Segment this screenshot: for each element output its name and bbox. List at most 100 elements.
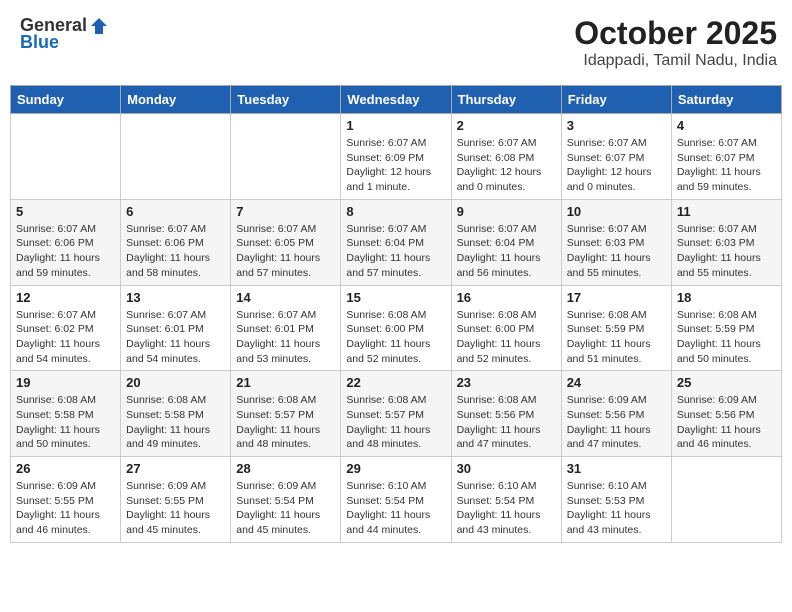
- calendar-day-empty: [231, 114, 341, 200]
- day-number: 7: [236, 204, 335, 219]
- day-info: Sunrise: 6:07 AM Sunset: 6:04 PM Dayligh…: [346, 222, 445, 281]
- calendar-day-27: 27 Sunrise: 6:09 AM Sunset: 5:55 PM Dayli…: [121, 457, 231, 543]
- day-number: 25: [677, 375, 776, 390]
- day-info: Sunrise: 6:07 AM Sunset: 6:02 PM Dayligh…: [16, 308, 115, 367]
- day-number: 9: [457, 204, 556, 219]
- day-info: Sunrise: 6:08 AM Sunset: 5:57 PM Dayligh…: [346, 393, 445, 452]
- calendar-week-1: 1 Sunrise: 6:07 AM Sunset: 6:09 PM Daylig…: [11, 114, 782, 200]
- day-info: Sunrise: 6:10 AM Sunset: 5:54 PM Dayligh…: [457, 479, 556, 538]
- day-number: 26: [16, 461, 115, 476]
- calendar-week-3: 12Sunrise: 6:07 AM Sunset: 6:02 PM Dayli…: [11, 285, 782, 371]
- day-number: 24: [567, 375, 666, 390]
- day-info: Sunrise: 6:09 AM Sunset: 5:56 PM Dayligh…: [677, 393, 776, 452]
- calendar-day-16: 16Sunrise: 6:08 AM Sunset: 6:00 PM Dayli…: [451, 285, 561, 371]
- day-number: 15: [346, 290, 445, 305]
- calendar-day-25: 25 Sunrise: 6:09 AM Sunset: 5:56 PM Dayli…: [671, 371, 781, 457]
- calendar-day-28: 28 Sunrise: 6:09 AM Sunset: 5:54 PM Dayli…: [231, 457, 341, 543]
- weekday-header-sunday: Sunday: [11, 86, 121, 114]
- weekday-header-row: SundayMondayTuesdayWednesdayThursdayFrid…: [11, 86, 782, 114]
- day-info: Sunrise: 6:07 AM Sunset: 6:03 PM Dayligh…: [567, 222, 666, 281]
- calendar-day-5: 5 Sunrise: 6:07 AM Sunset: 6:06 PM Daylig…: [11, 199, 121, 285]
- day-number: 1: [346, 118, 445, 133]
- calendar-day-30: 30 Sunrise: 6:10 AM Sunset: 5:54 PM Dayli…: [451, 457, 561, 543]
- day-number: 22: [346, 375, 445, 390]
- calendar-day-8: 8 Sunrise: 6:07 AM Sunset: 6:04 PM Daylig…: [341, 199, 451, 285]
- day-number: 31: [567, 461, 666, 476]
- day-number: 30: [457, 461, 556, 476]
- day-info: Sunrise: 6:07 AM Sunset: 6:09 PM Dayligh…: [346, 136, 445, 195]
- day-number: 23: [457, 375, 556, 390]
- day-number: 10: [567, 204, 666, 219]
- calendar-day-13: 13Sunrise: 6:07 AM Sunset: 6:01 PM Dayli…: [121, 285, 231, 371]
- calendar-day-12: 12Sunrise: 6:07 AM Sunset: 6:02 PM Dayli…: [11, 285, 121, 371]
- day-info: Sunrise: 6:09 AM Sunset: 5:55 PM Dayligh…: [16, 479, 115, 538]
- day-number: 21: [236, 375, 335, 390]
- weekday-header-monday: Monday: [121, 86, 231, 114]
- weekday-header-wednesday: Wednesday: [341, 86, 451, 114]
- day-number: 17: [567, 290, 666, 305]
- logo: General Blue: [20, 15, 109, 53]
- month-title: October 2025: [574, 15, 777, 52]
- day-info: Sunrise: 6:07 AM Sunset: 6:05 PM Dayligh…: [236, 222, 335, 281]
- day-info: Sunrise: 6:08 AM Sunset: 5:59 PM Dayligh…: [677, 308, 776, 367]
- day-number: 18: [677, 290, 776, 305]
- day-info: Sunrise: 6:09 AM Sunset: 5:55 PM Dayligh…: [126, 479, 225, 538]
- weekday-header-tuesday: Tuesday: [231, 86, 341, 114]
- calendar-day-23: 23 Sunrise: 6:08 AM Sunset: 5:56 PM Dayli…: [451, 371, 561, 457]
- calendar-day-18: 18 Sunrise: 6:08 AM Sunset: 5:59 PM Dayli…: [671, 285, 781, 371]
- day-info: Sunrise: 6:10 AM Sunset: 5:53 PM Dayligh…: [567, 479, 666, 538]
- day-number: 28: [236, 461, 335, 476]
- day-number: 11: [677, 204, 776, 219]
- calendar-day-2: 2 Sunrise: 6:07 AM Sunset: 6:08 PM Daylig…: [451, 114, 561, 200]
- day-number: 20: [126, 375, 225, 390]
- calendar-day-21: 21Sunrise: 6:08 AM Sunset: 5:57 PM Dayli…: [231, 371, 341, 457]
- calendar-day-7: 7 Sunrise: 6:07 AM Sunset: 6:05 PM Daylig…: [231, 199, 341, 285]
- calendar-day-29: 29Sunrise: 6:10 AM Sunset: 5:54 PM Dayli…: [341, 457, 451, 543]
- day-number: 3: [567, 118, 666, 133]
- day-info: Sunrise: 6:07 AM Sunset: 6:07 PM Dayligh…: [567, 136, 666, 195]
- calendar-day-10: 10 Sunrise: 6:07 AM Sunset: 6:03 PM Dayli…: [561, 199, 671, 285]
- calendar-day-20: 20 Sunrise: 6:08 AM Sunset: 5:58 PM Dayli…: [121, 371, 231, 457]
- calendar-day-empty: [11, 114, 121, 200]
- day-info: Sunrise: 6:08 AM Sunset: 6:00 PM Dayligh…: [346, 308, 445, 367]
- weekday-header-friday: Friday: [561, 86, 671, 114]
- day-info: Sunrise: 6:07 AM Sunset: 6:01 PM Dayligh…: [236, 308, 335, 367]
- calendar-day-24: 24Sunrise: 6:09 AM Sunset: 5:56 PM Dayli…: [561, 371, 671, 457]
- calendar-day-26: 26 Sunrise: 6:09 AM Sunset: 5:55 PM Dayli…: [11, 457, 121, 543]
- day-info: Sunrise: 6:09 AM Sunset: 5:54 PM Dayligh…: [236, 479, 335, 538]
- day-info: Sunrise: 6:07 AM Sunset: 6:04 PM Dayligh…: [457, 222, 556, 281]
- day-number: 19: [16, 375, 115, 390]
- calendar-day-3: 3 Sunrise: 6:07 AM Sunset: 6:07 PM Daylig…: [561, 114, 671, 200]
- location-title: Idappadi, Tamil Nadu, India: [574, 52, 777, 70]
- day-number: 4: [677, 118, 776, 133]
- calendar-table: SundayMondayTuesdayWednesdayThursdayFrid…: [10, 85, 782, 543]
- calendar-day-15: 15 Sunrise: 6:08 AM Sunset: 6:00 PM Dayli…: [341, 285, 451, 371]
- calendar-day-19: 19Sunrise: 6:08 AM Sunset: 5:58 PM Dayli…: [11, 371, 121, 457]
- day-info: Sunrise: 6:07 AM Sunset: 6:07 PM Dayligh…: [677, 136, 776, 195]
- calendar-week-4: 19 Sunrise: 6:08 AM Sunset: 5:58 PM Dayli…: [11, 371, 782, 457]
- calendar-day-31: 31 Sunrise: 6:10 AM Sunset: 5:53 PM Dayli…: [561, 457, 671, 543]
- weekday-header-saturday: Saturday: [671, 86, 781, 114]
- day-number: 8: [346, 204, 445, 219]
- day-number: 27: [126, 461, 225, 476]
- day-info: Sunrise: 6:07 AM Sunset: 6:01 PM Dayligh…: [126, 308, 225, 367]
- logo-icon: [89, 16, 109, 36]
- calendar-day-22: 22 Sunrise: 6:08 AM Sunset: 5:57 PM Dayli…: [341, 371, 451, 457]
- day-number: 5: [16, 204, 115, 219]
- calendar-day-9: 9 Sunrise: 6:07 AM Sunset: 6:04 PM Daylig…: [451, 199, 561, 285]
- day-info: Sunrise: 6:07 AM Sunset: 6:03 PM Dayligh…: [677, 222, 776, 281]
- day-info: Sunrise: 6:07 AM Sunset: 6:06 PM Dayligh…: [16, 222, 115, 281]
- title-area: October 2025 Idappadi, Tamil Nadu, India: [574, 15, 777, 70]
- day-info: Sunrise: 6:08 AM Sunset: 5:56 PM Dayligh…: [457, 393, 556, 452]
- header: General Blue October 2025 Idappadi, Tami…: [10, 10, 782, 75]
- day-info: Sunrise: 6:08 AM Sunset: 5:59 PM Dayligh…: [567, 308, 666, 367]
- weekday-header-thursday: Thursday: [451, 86, 561, 114]
- day-info: Sunrise: 6:07 AM Sunset: 6:08 PM Dayligh…: [457, 136, 556, 195]
- day-number: 29: [346, 461, 445, 476]
- calendar-day-4: 4 Sunrise: 6:07 AM Sunset: 6:07 PM Daylig…: [671, 114, 781, 200]
- day-number: 16: [457, 290, 556, 305]
- day-number: 2: [457, 118, 556, 133]
- day-info: Sunrise: 6:08 AM Sunset: 5:58 PM Dayligh…: [126, 393, 225, 452]
- calendar-day-1: 1 Sunrise: 6:07 AM Sunset: 6:09 PM Daylig…: [341, 114, 451, 200]
- day-number: 14: [236, 290, 335, 305]
